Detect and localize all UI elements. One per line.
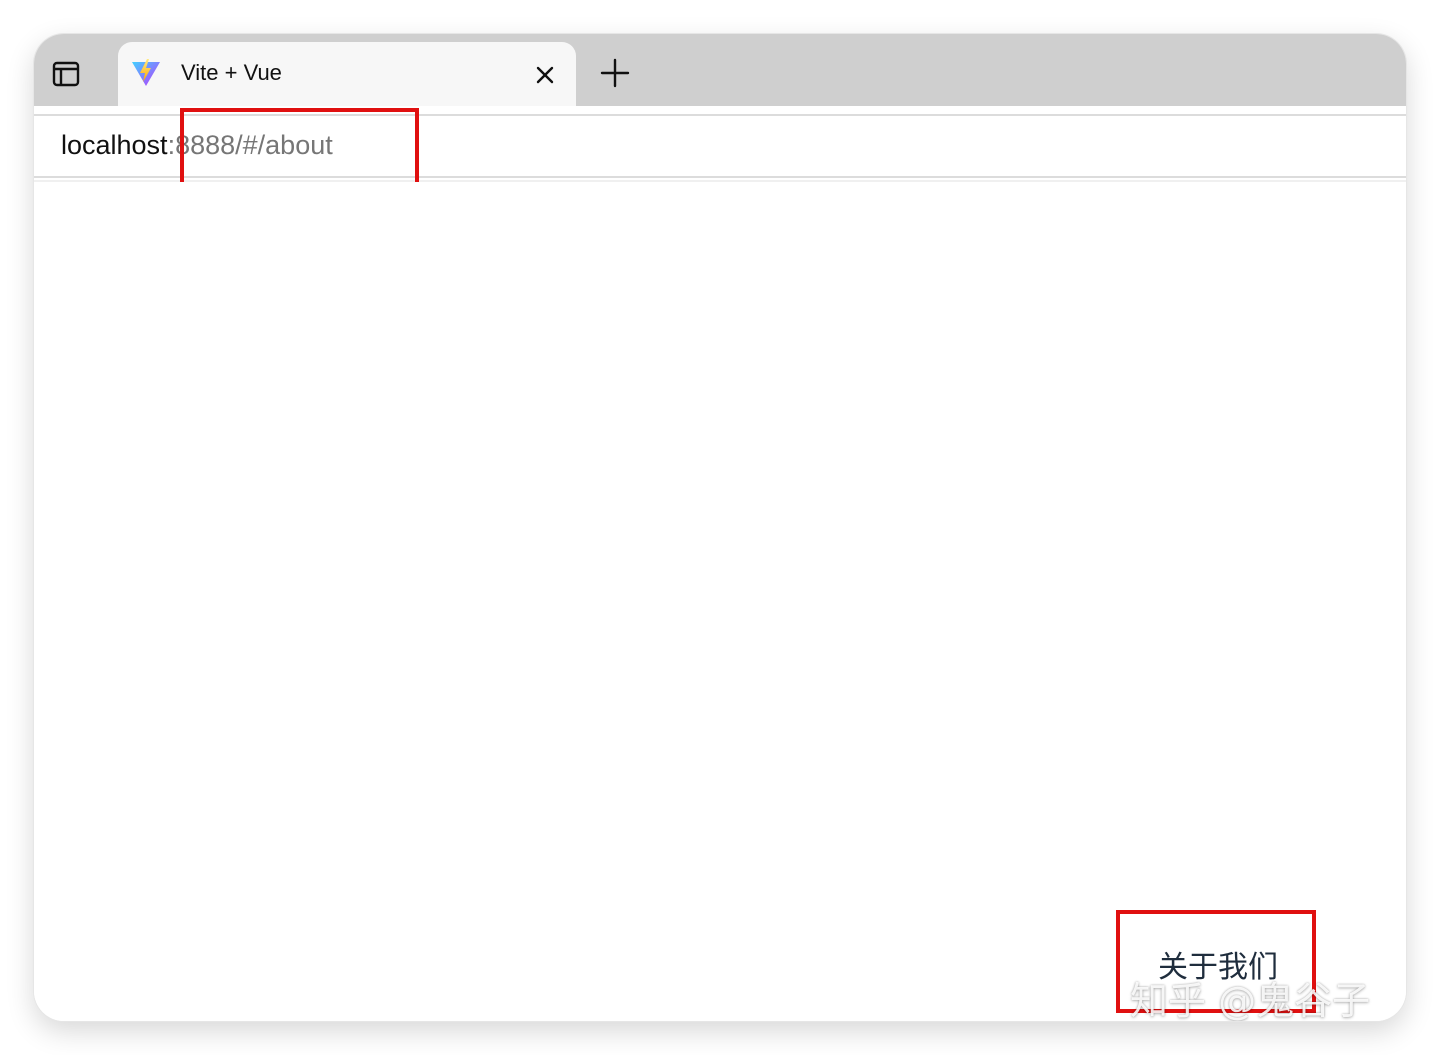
tab-bar: Vite + Vue xyxy=(34,34,1406,106)
close-icon[interactable] xyxy=(532,62,558,88)
page-content xyxy=(34,182,1406,1021)
about-highlight-box xyxy=(1116,910,1316,1013)
url-highlight-box xyxy=(180,108,419,190)
browser-window: Vite + Vue localhost:8888/#/about 关于我们 知… xyxy=(34,34,1406,1021)
vite-logo-icon xyxy=(130,57,162,89)
url-host: localhost xyxy=(61,130,168,160)
plus-icon[interactable] xyxy=(600,58,630,88)
tab-vite-vue[interactable]: Vite + Vue xyxy=(118,42,576,106)
sidebar-icon[interactable] xyxy=(52,60,80,88)
tab-title: Vite + Vue xyxy=(181,60,282,85)
